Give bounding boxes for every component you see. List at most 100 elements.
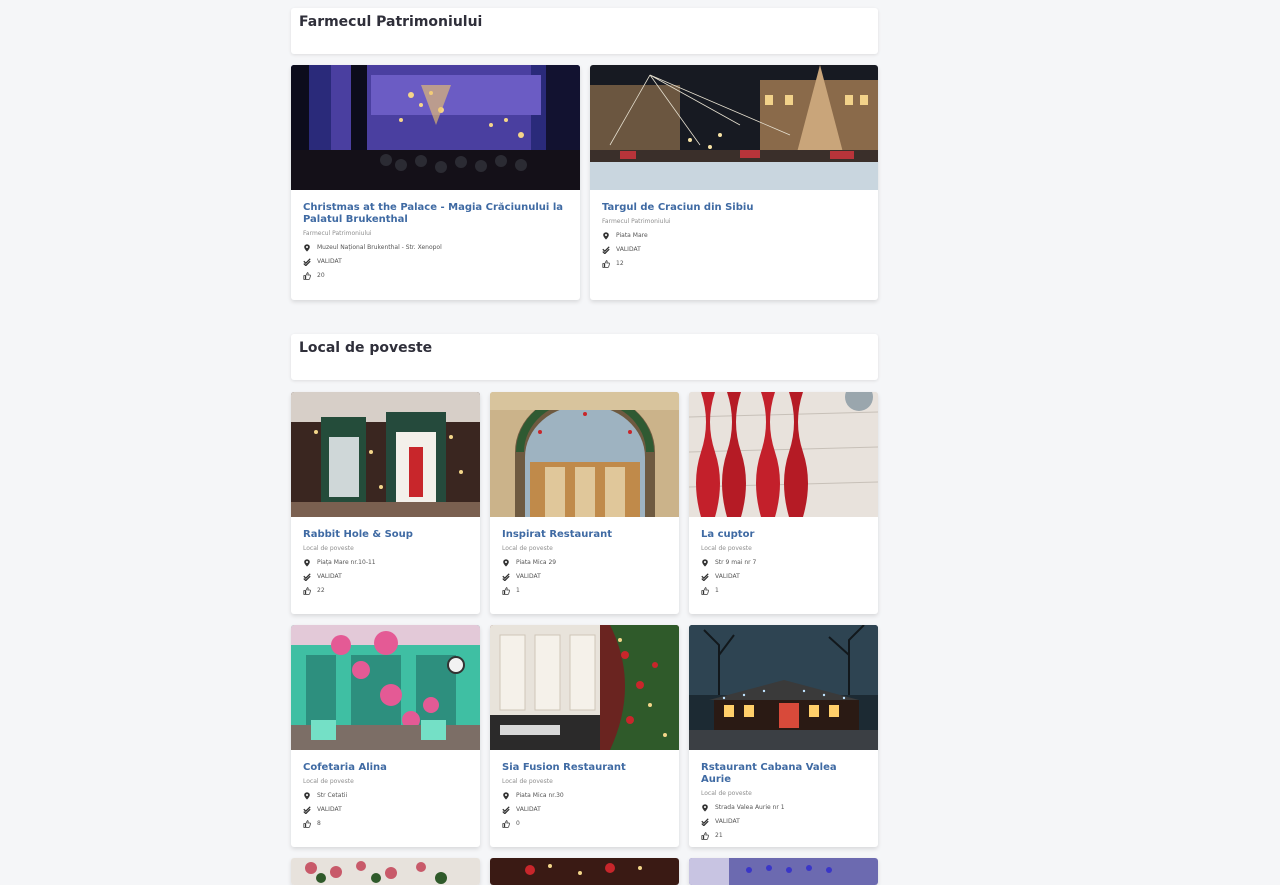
venue-likes[interactable]: 0: [502, 819, 669, 828]
venue-title-link[interactable]: La cuptor: [701, 529, 868, 541]
venue-title-link[interactable]: Cofetaria Alina: [303, 762, 470, 774]
venue-card[interactable]: Inspirat Restaurant Local de poveste Pia…: [490, 392, 679, 614]
venue-photo[interactable]: [291, 858, 480, 885]
thumbs-up-icon[interactable]: [602, 259, 610, 268]
venue-title-link[interactable]: Sia Fusion Restaurant: [502, 762, 669, 774]
venue-card[interactable]: Sia Fusion Restaurant Local de poveste P…: [490, 625, 679, 847]
event-title-link[interactable]: Christmas at the Palace - Magia Crăciunu…: [303, 202, 570, 226]
map-pin-icon: [304, 558, 310, 567]
double-check-icon: [303, 572, 311, 581]
venue-likes-count: 1: [516, 586, 520, 594]
venue-status: VALIDAT: [303, 572, 470, 581]
venue-likes-count: 8: [317, 819, 321, 827]
double-check-icon: [701, 572, 709, 581]
section-header-farmecul-patrimoniului: Farmecul Patrimoniului: [291, 8, 878, 54]
venue-address-text: Piata Mica nr.30: [516, 791, 564, 799]
venue-photo[interactable]: [689, 858, 878, 885]
venue-status-text: VALIDAT: [516, 572, 541, 580]
venue-category: Local de poveste: [701, 790, 752, 797]
event-category: Farmecul Patrimoniului: [602, 218, 671, 225]
venue-status: VALIDAT: [701, 817, 868, 826]
venue-status: VALIDAT: [303, 805, 470, 814]
venue-likes[interactable]: 8: [303, 819, 470, 828]
section-title: Local de poveste: [299, 340, 433, 356]
map-pin-icon: [603, 231, 609, 240]
venue-status: VALIDAT: [502, 572, 669, 581]
venue-status-text: VALIDAT: [715, 572, 740, 580]
venue-card[interactable]: Rstaurant Cabana Valea Aurie Local de po…: [689, 625, 878, 847]
venue-status-text: VALIDAT: [516, 805, 541, 813]
event-card[interactable]: Targul de Craciun din Sibiu Farmecul Pat…: [590, 65, 878, 300]
map-pin-icon: [702, 803, 708, 812]
event-status: VALIDAT: [303, 257, 570, 266]
venue-photo[interactable]: [490, 625, 679, 750]
venue-card[interactable]: Rabbit Hole & Soup Local de poveste Piaț…: [291, 392, 480, 614]
event-likes[interactable]: 12: [602, 259, 868, 268]
venue-photo[interactable]: [490, 858, 679, 885]
event-address-text: Muzeul Național Brukenthal - Str. Xenopo…: [317, 243, 442, 251]
event-photo[interactable]: [291, 65, 580, 190]
section-title: Farmecul Patrimoniului: [299, 14, 483, 30]
venue-photo[interactable]: [490, 392, 679, 517]
venue-address: Piața Mare nr.10-11: [303, 558, 470, 567]
event-status: VALIDAT: [602, 245, 868, 254]
event-card[interactable]: Christmas at the Palace - Magia Crăciunu…: [291, 65, 580, 300]
venue-likes[interactable]: 1: [701, 586, 868, 595]
venue-category: Local de poveste: [502, 778, 553, 785]
section-header-local-de-poveste: Local de poveste: [291, 334, 878, 380]
venue-category: Local de poveste: [303, 545, 354, 552]
venue-title-link[interactable]: Rabbit Hole & Soup: [303, 529, 470, 541]
venue-address-text: Strada Valea Aurie nr 1: [715, 803, 785, 811]
venue-likes-count: 21: [715, 831, 723, 839]
venue-likes-count: 0: [516, 819, 520, 827]
thumbs-up-icon[interactable]: [502, 586, 510, 595]
venue-address: Piata Mica nr.30: [502, 791, 669, 800]
event-address-text: Piata Mare: [616, 231, 648, 239]
double-check-icon: [303, 805, 311, 814]
event-photo[interactable]: [590, 65, 878, 190]
venue-title-link[interactable]: Inspirat Restaurant: [502, 529, 669, 541]
event-likes[interactable]: 20: [303, 271, 570, 280]
venue-card[interactable]: La cuptor Local de poveste Str 9 mai nr …: [689, 392, 878, 614]
venue-address: Strada Valea Aurie nr 1: [701, 803, 868, 812]
venue-likes[interactable]: 21: [701, 831, 868, 840]
venue-category: Local de poveste: [502, 545, 553, 552]
venue-address: Str Cetatii: [303, 791, 470, 800]
venue-status: VALIDAT: [502, 805, 669, 814]
event-likes-count: 12: [616, 259, 624, 267]
thumbs-up-icon[interactable]: [303, 586, 311, 595]
event-title-link[interactable]: Targul de Craciun din Sibiu: [602, 202, 868, 214]
venue-card[interactable]: Cofetaria Alina Local de poveste Str Cet…: [291, 625, 480, 847]
venue-address: Str 9 mai nr 7: [701, 558, 868, 567]
event-address: Muzeul Național Brukenthal - Str. Xenopo…: [303, 243, 570, 252]
event-status-text: VALIDAT: [317, 257, 342, 265]
venue-status: VALIDAT: [701, 572, 868, 581]
thumbs-up-icon[interactable]: [701, 831, 709, 840]
venue-card-partial[interactable]: [689, 858, 878, 885]
venue-status-text: VALIDAT: [317, 805, 342, 813]
venue-photo[interactable]: [291, 625, 480, 750]
venue-title-link[interactable]: Rstaurant Cabana Valea Aurie: [701, 762, 868, 786]
venue-card-partial[interactable]: [291, 858, 480, 885]
thumbs-up-icon[interactable]: [502, 819, 510, 828]
venue-status-text: VALIDAT: [715, 817, 740, 825]
venue-photo[interactable]: [689, 392, 878, 517]
event-address: Piata Mare: [602, 231, 868, 240]
thumbs-up-icon[interactable]: [701, 586, 709, 595]
event-category: Farmecul Patrimoniului: [303, 230, 372, 237]
venue-address-text: Piața Mare nr.10-11: [317, 558, 376, 566]
venue-likes[interactable]: 1: [502, 586, 669, 595]
venue-likes-count: 1: [715, 586, 719, 594]
venue-category: Local de poveste: [701, 545, 752, 552]
map-pin-icon: [304, 243, 310, 252]
venue-photo[interactable]: [689, 625, 878, 750]
venue-photo[interactable]: [291, 392, 480, 517]
double-check-icon: [602, 245, 610, 254]
venue-card-partial[interactable]: [490, 858, 679, 885]
thumbs-up-icon[interactable]: [303, 819, 311, 828]
venue-likes[interactable]: 22: [303, 586, 470, 595]
thumbs-up-icon[interactable]: [303, 271, 311, 280]
double-check-icon: [303, 257, 311, 266]
double-check-icon: [502, 572, 510, 581]
double-check-icon: [701, 817, 709, 826]
